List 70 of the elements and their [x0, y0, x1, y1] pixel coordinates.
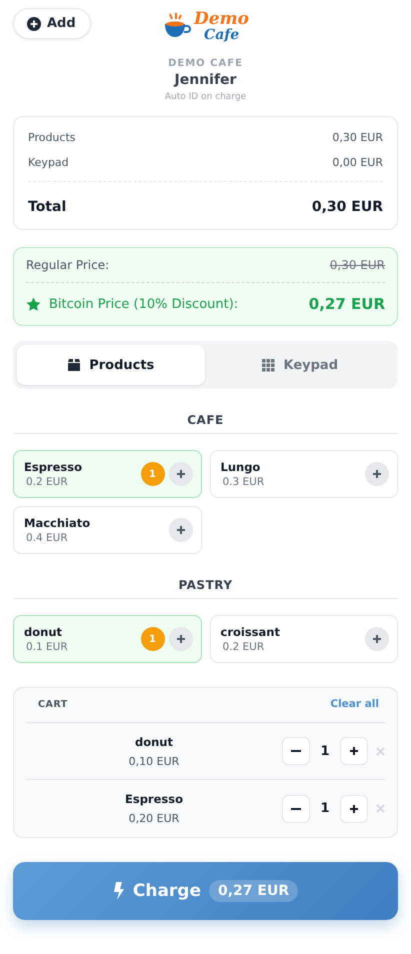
cart-item-price: 0,10 EUR: [128, 754, 180, 768]
decrease-button[interactable]: [282, 794, 310, 822]
quantity: 1: [319, 744, 331, 758]
add-button[interactable]: Add: [13, 8, 91, 39]
lightning-icon: [112, 882, 125, 900]
summary-value: 0,00 EUR: [332, 156, 383, 169]
total-value: 0,30 EUR: [312, 198, 383, 214]
close-icon: [376, 804, 385, 813]
category-title: CAFE: [13, 413, 398, 434]
close-icon: [376, 746, 385, 756]
cart-item-name: Espresso: [125, 792, 183, 806]
plus-icon: [349, 804, 359, 814]
cart-item-name: donut: [134, 734, 173, 748]
regular-price-value: 0,30 EUR: [330, 258, 385, 272]
product-price: 0.4 EUR: [25, 532, 69, 544]
total-label: Total: [28, 198, 66, 214]
summary-label: Keypad: [28, 156, 69, 169]
grid-icon: [262, 358, 276, 372]
plus-circle-icon: [27, 16, 41, 30]
tab[interactable]: Products: [17, 345, 204, 385]
customer-name: Jennifer: [172, 72, 238, 88]
cart-item-price: 0,20 EUR: [128, 812, 180, 825]
cart-title: CART: [38, 698, 68, 710]
product-price: 0.3 EUR: [222, 476, 266, 488]
bitcoin-price-label: Bitcoin Price (10% Discount):: [49, 296, 238, 312]
id-note: Auto ID on charge: [164, 92, 248, 102]
product-card[interactable]: Macchiato 0.4 EUR: [13, 506, 202, 554]
logo-text: Demo Cafe: [194, 10, 249, 42]
coffee-cup-icon: [162, 12, 192, 40]
plus-icon: [372, 469, 382, 479]
product-name: Espresso: [24, 460, 83, 474]
product-name: croissant: [220, 625, 281, 639]
product-card[interactable]: Espresso 0.2 EUR 1: [13, 450, 202, 498]
regular-price-label: Regular Price:: [26, 258, 110, 272]
summary-label: Products: [28, 131, 76, 144]
summary-value: 0,30 EUR: [332, 131, 383, 144]
minus-icon: [291, 750, 301, 752]
add-item-button[interactable]: [365, 627, 389, 651]
product-card[interactable]: croissant 0.2 EUR: [210, 615, 398, 663]
charge-amount: 0,27 EUR: [209, 880, 298, 902]
plus-icon: [349, 746, 359, 756]
box-icon: [67, 358, 82, 372]
decrease-button[interactable]: [282, 737, 310, 765]
product-price: 0.1 EUR: [25, 641, 69, 653]
plus-icon: [176, 469, 186, 479]
tab[interactable]: Keypad: [206, 345, 394, 385]
bitcoin-price-value: 0,27 EUR: [308, 295, 385, 313]
product-name: Macchiato: [24, 516, 92, 530]
product-name: Lungo: [220, 460, 262, 474]
add-item-button[interactable]: [168, 518, 192, 542]
increase-button[interactable]: [340, 794, 368, 822]
product-price: 0.2 EUR: [25, 476, 69, 488]
product-name: donut: [24, 625, 64, 639]
product-price: 0.2 EUR: [222, 641, 266, 653]
minus-icon: [291, 808, 301, 810]
count-badge: 1: [140, 462, 164, 486]
add-item-button[interactable]: [365, 462, 389, 486]
count-badge: 1: [140, 627, 164, 651]
star-icon: [26, 296, 41, 312]
product-card[interactable]: donut 0.1 EUR 1: [13, 615, 202, 663]
plus-icon: [372, 634, 382, 644]
add-item-button[interactable]: [168, 462, 192, 486]
product-card[interactable]: Lungo 0.3 EUR: [210, 450, 398, 498]
plus-icon: [176, 634, 186, 644]
quantity: 1: [319, 801, 331, 816]
category-title: PASTRY: [13, 578, 398, 599]
plus-icon: [176, 525, 186, 535]
increase-button[interactable]: [340, 737, 368, 765]
add-item-button[interactable]: [168, 627, 192, 651]
store-name: DEMO CAFE: [167, 58, 244, 69]
